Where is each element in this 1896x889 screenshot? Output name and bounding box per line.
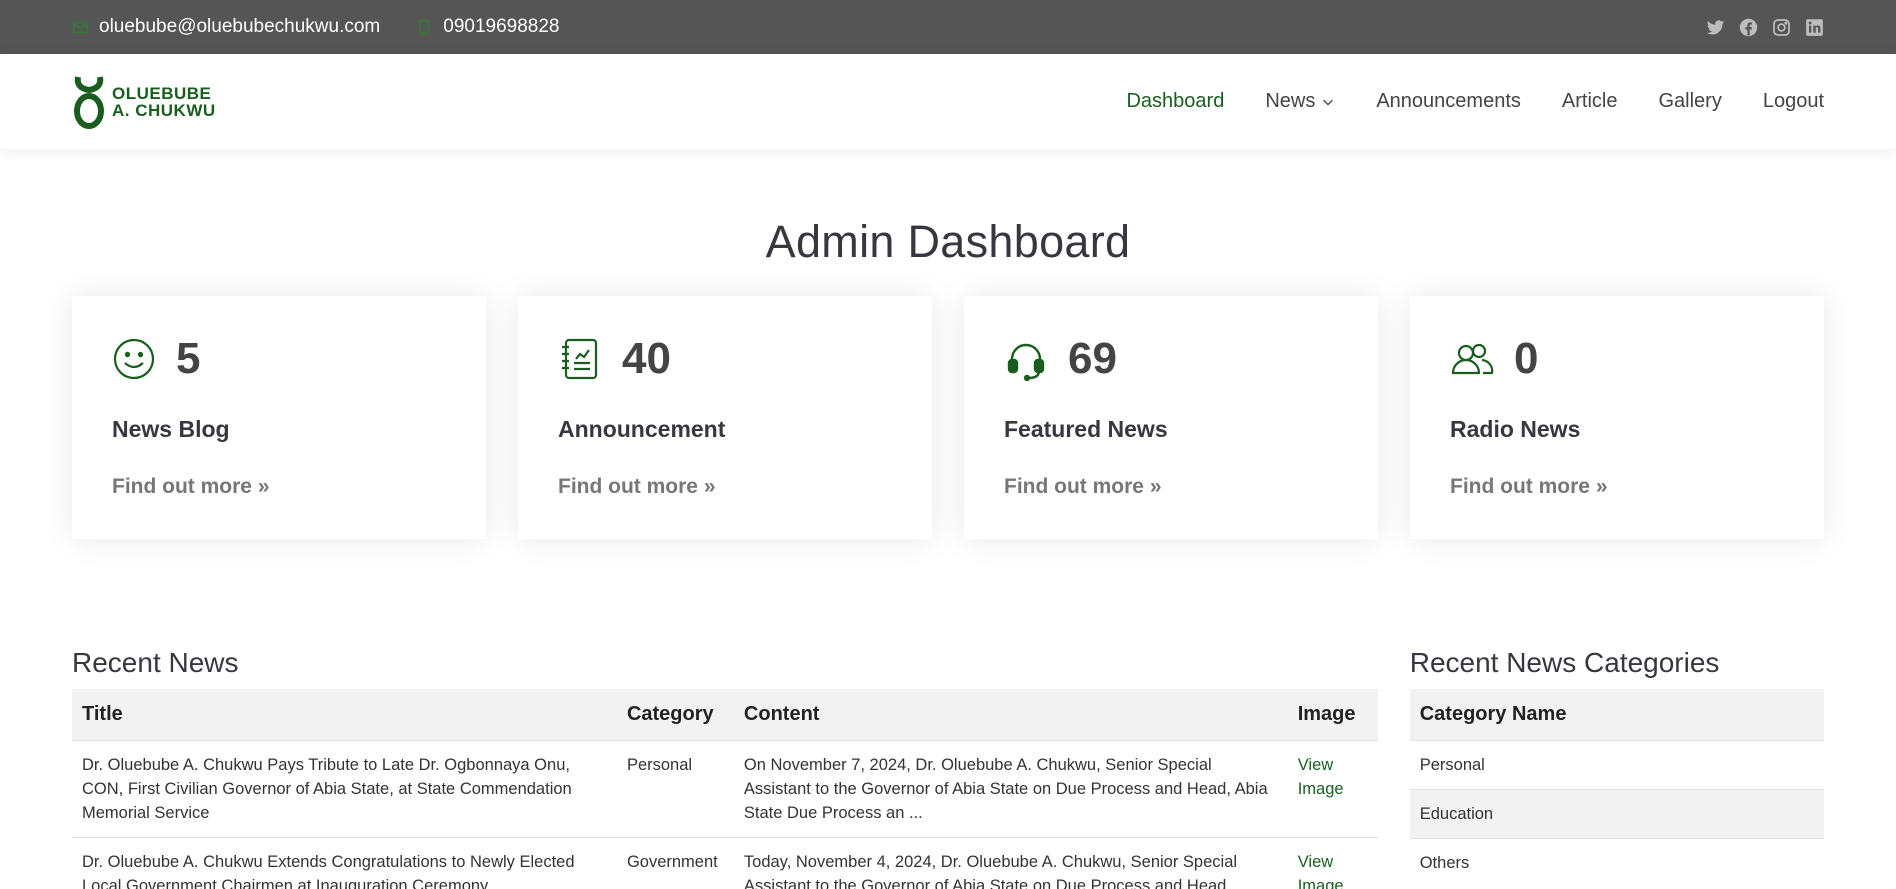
news-category-cell: Personal <box>616 739 734 837</box>
category-name-cell: Education <box>1409 788 1824 838</box>
recent-categories-title: Recent News Categories <box>1409 647 1720 678</box>
stat-card-news-blog: 5 News Blog Find out more » <box>72 296 486 539</box>
site-logo[interactable]: OLUEBUBE A. CHUKWU <box>72 74 216 130</box>
view-image-link[interactable]: View Image <box>1298 853 1344 889</box>
logo-text: OLUEBUBE A. CHUKWU <box>112 85 216 119</box>
column-header-category: Category <box>616 689 734 740</box>
news-title-cell: Dr. Oluebube A. Chukwu Extends Congratul… <box>72 836 617 889</box>
stat-label: Featured News <box>1004 416 1168 442</box>
smile-icon <box>113 338 155 380</box>
nav-news[interactable]: News <box>1265 90 1335 113</box>
news-category-cell: Government <box>616 836 734 889</box>
notebook-icon <box>562 338 598 380</box>
lower-section: Recent News Title Category Content Image… <box>0 647 1896 889</box>
find-out-more-link[interactable]: Find out more » <box>1004 475 1338 499</box>
category-name-cell: Others <box>1409 837 1824 887</box>
instagram-icon[interactable] <box>1772 18 1791 37</box>
email-contact[interactable]: oluebube@oluebubechukwu.com <box>72 16 380 38</box>
logo-line-2: A. CHUKWU <box>112 100 216 120</box>
column-header-image: Image <box>1287 689 1378 740</box>
phone-contact[interactable]: 09019698828 <box>416 16 560 38</box>
find-out-more-link[interactable]: Find out more » <box>1450 475 1784 499</box>
table-header-row: Category Name <box>1409 689 1824 740</box>
main-nav: Dashboard News Announcements Article Gal… <box>1126 90 1824 113</box>
people-icon <box>1451 343 1494 375</box>
find-out-more-link[interactable]: Find out more » <box>558 475 892 499</box>
table-row: Dr. Oluebube A. Chukwu Pays Tribute to L… <box>72 739 1378 837</box>
column-header-title: Title <box>72 689 617 740</box>
linkedin-icon[interactable] <box>1805 18 1824 37</box>
logo-mark <box>74 75 104 129</box>
contact-info: oluebube@oluebubechukwu.com 09019698828 <box>72 16 560 38</box>
top-bar: oluebube@oluebubechukwu.com 09019698828 <box>0 0 1896 54</box>
social-links <box>1706 18 1824 37</box>
table-header-row: Title Category Content Image <box>72 689 1378 740</box>
category-name-cell: Personal <box>1409 739 1824 789</box>
nav-logout[interactable]: Logout <box>1763 90 1824 113</box>
recent-news-section: Recent News Title Category Content Image… <box>72 647 1378 889</box>
stat-count: 40 <box>622 334 671 383</box>
news-title-cell: Dr. Oluebube A. Chukwu Pays Tribute to L… <box>72 739 617 837</box>
site-header: OLUEBUBE A. CHUKWU Dashboard News Announ… <box>0 54 1896 149</box>
stat-card-radio-news: 0 Radio News Find out more » <box>1410 296 1824 539</box>
twitter-icon[interactable] <box>1706 18 1725 37</box>
column-header-content: Content <box>733 689 1288 740</box>
nav-dashboard[interactable]: Dashboard <box>1126 90 1224 113</box>
table-row: Dr. Oluebube A. Chukwu Extends Congratul… <box>72 836 1378 889</box>
logo-line-1: OLUEBUBE <box>112 83 212 103</box>
stat-count: 0 <box>1514 334 1539 383</box>
recent-news-title: Recent News <box>72 647 239 678</box>
nav-gallery[interactable]: Gallery <box>1658 90 1721 113</box>
news-content-cell: Today, November 4, 2024, Dr. Oluebube A.… <box>733 836 1288 889</box>
nav-article[interactable]: Article <box>1562 90 1618 113</box>
stat-cards: 5 News Blog Find out more » 40 Announcem… <box>0 296 1896 539</box>
stat-count: 5 <box>176 334 201 383</box>
recent-categories-section: Recent News Categories Category Name Per… <box>1409 647 1824 889</box>
stat-count: 69 <box>1068 334 1117 383</box>
table-row: Others <box>1409 837 1824 887</box>
chevron-down-icon <box>1323 99 1334 106</box>
headset-icon <box>1007 343 1045 381</box>
table-row: Education <box>1409 788 1824 838</box>
view-image-link[interactable]: View Image <box>1298 756 1344 798</box>
stat-label: Announcement <box>558 416 726 442</box>
recent-news-table: Title Category Content Image Dr. Oluebub… <box>72 689 1378 889</box>
page-title: Admin Dashboard <box>765 216 1131 267</box>
table-row: Personal <box>1409 739 1824 789</box>
nav-news-label: News <box>1265 90 1316 112</box>
stat-label: News Blog <box>112 416 230 442</box>
envelope-icon <box>72 21 89 33</box>
phone-icon <box>419 19 430 35</box>
phone-text[interactable]: 09019698828 <box>443 16 559 38</box>
email-text[interactable]: oluebube@oluebubechukwu.com <box>99 16 380 38</box>
column-header-category-name: Category Name <box>1409 689 1824 740</box>
facebook-icon[interactable] <box>1739 18 1758 37</box>
stat-label: Radio News <box>1450 416 1581 442</box>
nav-announcements[interactable]: Announcements <box>1376 90 1521 113</box>
news-content-cell: On November 7, 2024, Dr. Oluebube A. Chu… <box>733 739 1288 837</box>
stat-card-featured-news: 69 Featured News Find out more » <box>964 296 1378 539</box>
stat-card-announcement: 40 Announcement Find out more » <box>518 296 932 539</box>
find-out-more-link[interactable]: Find out more » <box>112 475 446 499</box>
recent-categories-table: Category Name Personal Education Others <box>1409 689 1824 887</box>
